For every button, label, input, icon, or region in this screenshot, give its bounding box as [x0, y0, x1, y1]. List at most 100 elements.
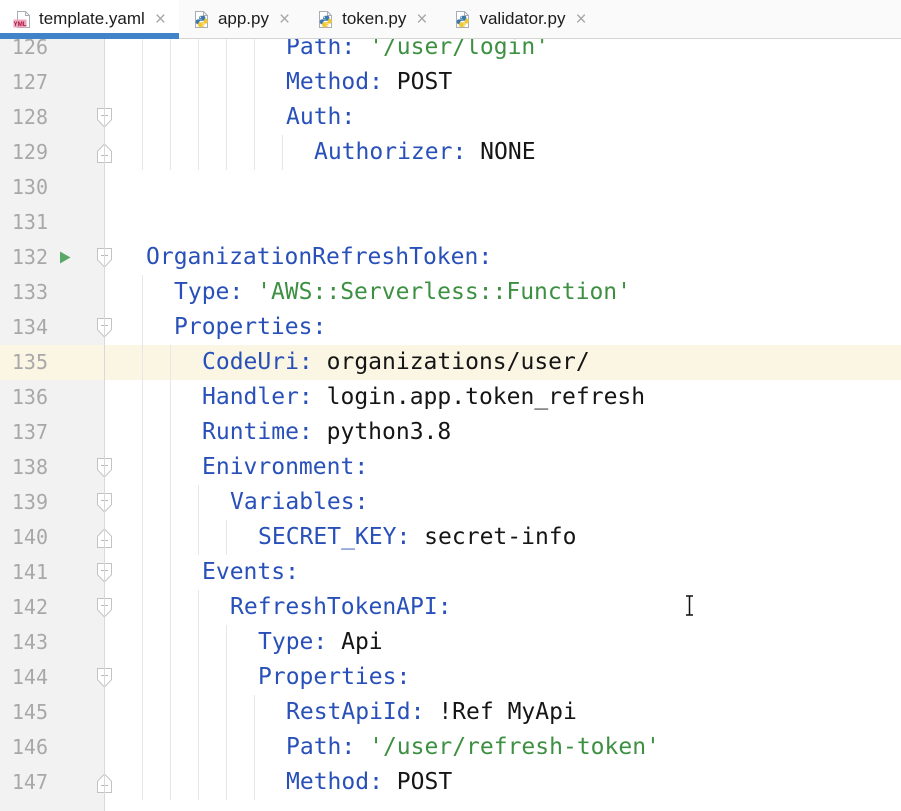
tab-label: app.py: [218, 9, 269, 29]
code-line-145: 145 RestApiId: !Ref MyApi: [0, 695, 901, 730]
code-text[interactable]: Type: Api: [258, 625, 383, 660]
line-number: 129: [0, 135, 48, 170]
tab-validator.py[interactable]: validator.py ×: [440, 0, 599, 38]
code-line-147: 147Method: POST: [0, 765, 901, 800]
close-icon[interactable]: ×: [575, 10, 586, 29]
code-text[interactable]: RestApiId: !Ref MyApi: [286, 695, 577, 730]
indent-guide: [198, 695, 199, 730]
indent-guide: [170, 65, 171, 100]
code-text[interactable]: Method: POST: [286, 765, 452, 800]
tab-label: validator.py: [479, 9, 565, 29]
code-text[interactable]: Handler: login.app.token_refresh: [202, 380, 645, 415]
code-line-129: 129 Authorizer: NONE: [0, 135, 901, 170]
indent-guide: [142, 100, 143, 135]
line-number: 144: [0, 660, 48, 695]
code-text[interactable]: Enivronment:: [202, 450, 368, 485]
indent-guide: [142, 415, 143, 450]
indent-guide: [170, 590, 171, 625]
code-text[interactable]: Auth:: [286, 100, 355, 135]
svg-text:YML: YML: [13, 20, 26, 27]
code-text[interactable]: SECRET_KEY: secret-info: [258, 520, 577, 555]
indent-guide: [198, 485, 199, 520]
code-line-143: 143 Type: Api: [0, 625, 901, 660]
code-text[interactable]: CodeUri: organizations/user/: [202, 345, 590, 380]
indent-guide: [198, 660, 199, 695]
tab-token.py[interactable]: token.py ×: [303, 0, 440, 38]
code-text[interactable]: Authorizer: NONE: [314, 135, 536, 170]
indent-guide: [170, 660, 171, 695]
code-line-139: 139Variables:: [0, 485, 901, 520]
code-text[interactable]: Runtime: python3.8: [202, 415, 451, 450]
code-text[interactable]: Path: '/user/refresh-token': [286, 730, 660, 765]
line-number: 140: [0, 520, 48, 555]
indent-guide: [198, 135, 199, 170]
code-line-132: 132OrganizationRefreshToken:: [0, 240, 901, 275]
indent-guide: [170, 555, 171, 590]
line-number: 137: [0, 415, 48, 450]
gutter-separator: [104, 0, 105, 811]
tab-app.py[interactable]: app.py ×: [179, 0, 303, 38]
indent-guide: [142, 345, 143, 380]
code-text[interactable]: Method: POST: [286, 65, 452, 100]
indent-guide: [198, 65, 199, 100]
code-text[interactable]: OrganizationRefreshToken:: [146, 240, 492, 275]
indent-guide: [170, 450, 171, 485]
indent-guide: [198, 590, 199, 625]
indent-guide: [226, 135, 227, 170]
code-line-144: 144 Properties:: [0, 660, 901, 695]
indent-guide: [142, 520, 143, 555]
line-number: 130: [0, 170, 48, 205]
indent-guide: [254, 65, 255, 100]
code-line-135: 135CodeUri: organizations/user/: [0, 345, 901, 380]
code-line-146: 146Path: '/user/refresh-token': [0, 730, 901, 765]
indent-guide: [226, 765, 227, 800]
indent-guide: [170, 485, 171, 520]
indent-guide: [226, 730, 227, 765]
line-number: 143: [0, 625, 48, 660]
indent-guide: [142, 660, 143, 695]
indent-guide: [142, 380, 143, 415]
code-line-136: 136Handler: login.app.token_refresh: [0, 380, 901, 415]
run-icon[interactable]: [55, 248, 74, 267]
line-number: 145: [0, 695, 48, 730]
code-text[interactable]: RefreshTokenAPI:: [230, 590, 452, 625]
python-file-icon: [453, 10, 472, 29]
code-line-137: 137 Runtime: python3.8: [0, 415, 901, 450]
code-text[interactable]: Properties:: [258, 660, 410, 695]
tab-template.yaml[interactable]: YML template.yaml ×: [0, 0, 179, 38]
code-area[interactable]: 126Path: '/user/login'127Method: POST128…: [0, 0, 901, 811]
indent-guide: [254, 695, 255, 730]
indent-guide: [198, 520, 199, 555]
tab-label: template.yaml: [39, 9, 145, 29]
code-text[interactable]: Properties:: [174, 310, 326, 345]
indent-guide: [142, 485, 143, 520]
code-line-133: 133Type: 'AWS::Serverless::Function': [0, 275, 901, 310]
line-number: 127: [0, 65, 48, 100]
indent-guide: [226, 660, 227, 695]
indent-guide: [226, 695, 227, 730]
indent-guide: [254, 135, 255, 170]
code-line-128: 128 Auth:: [0, 100, 901, 135]
tab-label: token.py: [342, 9, 406, 29]
line-number: 134: [0, 310, 48, 345]
line-number: 128: [0, 100, 48, 135]
indent-guide: [142, 65, 143, 100]
indent-guide: [142, 625, 143, 660]
close-icon[interactable]: ×: [279, 10, 290, 29]
python-file-icon: [316, 10, 335, 29]
indent-guide: [170, 380, 171, 415]
indent-guide: [142, 135, 143, 170]
ide-editor-window: 126Path: '/user/login'127Method: POST128…: [0, 0, 901, 811]
code-line-131: 131: [0, 205, 901, 240]
text-cursor-icon: [683, 594, 696, 622]
code-text[interactable]: Variables:: [230, 485, 368, 520]
indent-guide: [226, 65, 227, 100]
code-text[interactable]: Events:: [202, 555, 299, 590]
code-text[interactable]: Type: 'AWS::Serverless::Function': [174, 275, 631, 310]
code-line-127: 127 Method: POST: [0, 65, 901, 100]
close-icon[interactable]: ×: [416, 10, 427, 29]
close-icon[interactable]: ×: [155, 10, 166, 29]
indent-guide: [142, 310, 143, 345]
indent-guide: [254, 730, 255, 765]
indent-guide: [226, 625, 227, 660]
